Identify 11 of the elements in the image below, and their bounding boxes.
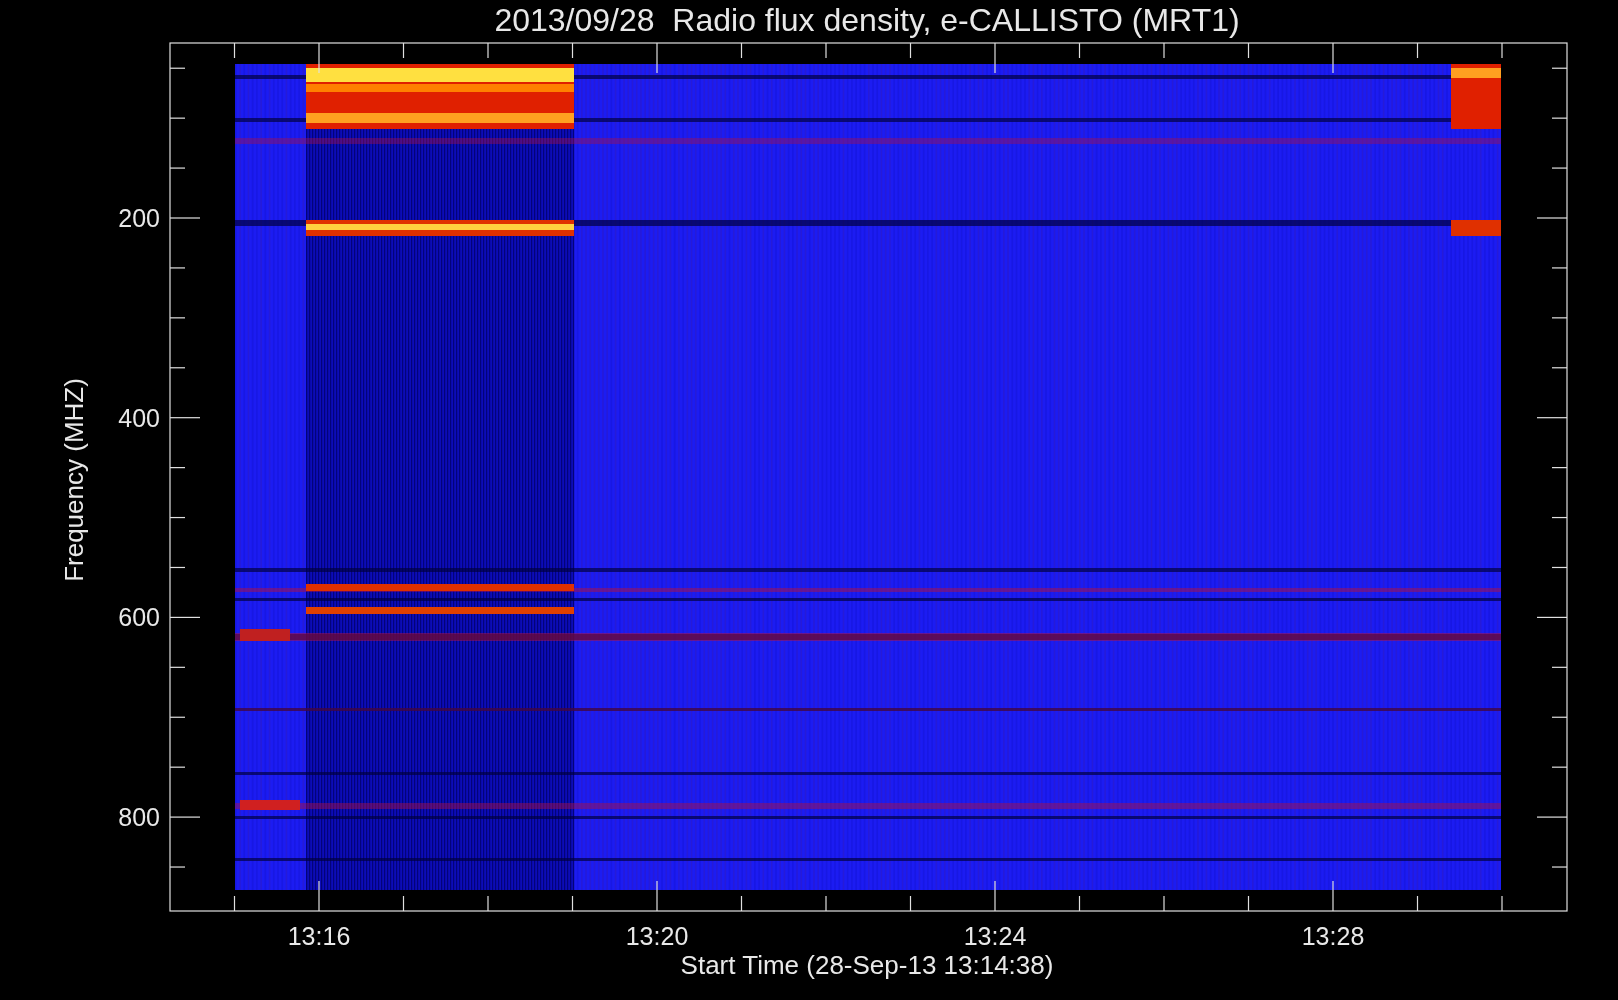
- x-axis-label: Start Time (28-Sep-13 13:14:38): [680, 950, 1054, 980]
- chart-title: 2013/09/28 Radio flux density, e-CALLISTO (MRT1): [494, 2, 1240, 38]
- y-tick-label: 800: [118, 803, 160, 832]
- x-tick-label: 13:28: [1301, 922, 1365, 950]
- y-tick-label: 600: [118, 603, 160, 632]
- x-tick-label: 13:16: [287, 922, 351, 950]
- y-tick-label: 400: [118, 403, 160, 432]
- x-tick-label: 13:24: [963, 922, 1027, 950]
- y-axis-label: Frequency (MHZ): [59, 378, 89, 582]
- y-tick-label: 200: [118, 204, 160, 232]
- x-tick-label: 13:20: [625, 922, 689, 950]
